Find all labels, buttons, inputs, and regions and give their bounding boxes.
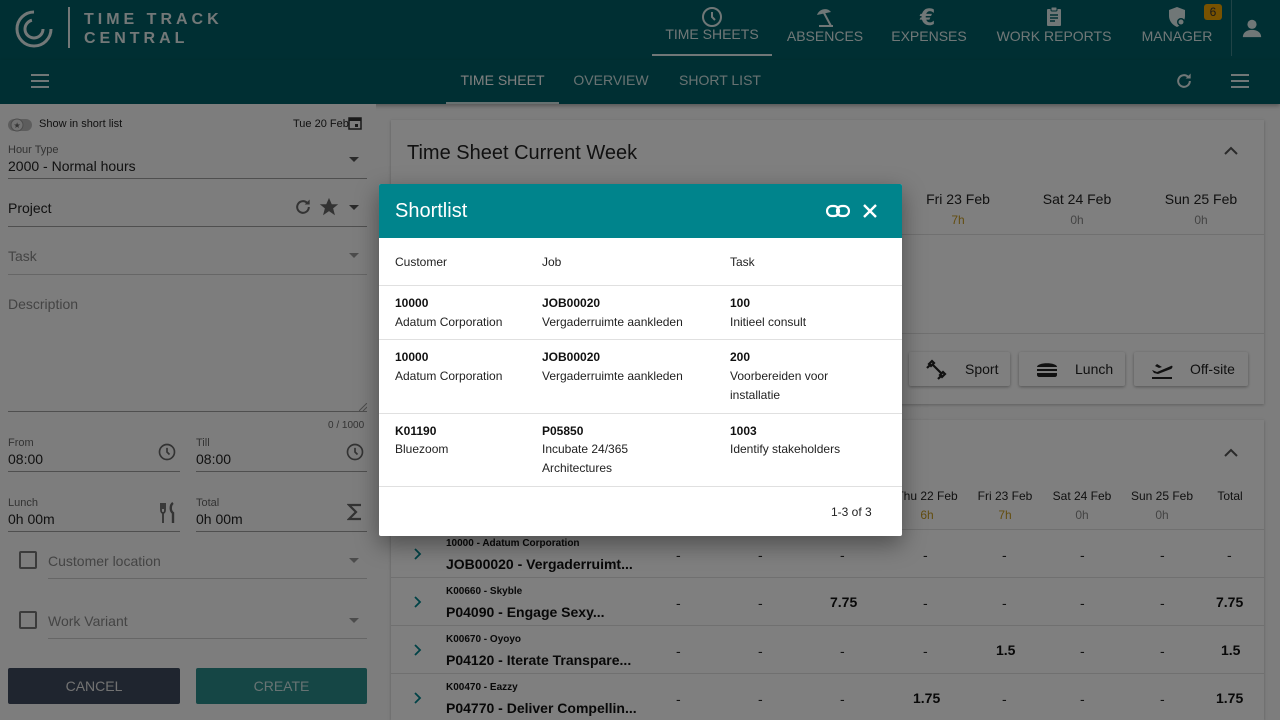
task-name: Identify stakeholders — [730, 442, 841, 456]
customer-name: Adatum Corporation — [395, 315, 503, 329]
job-code: JOB00020 — [542, 296, 601, 310]
column-header-customer[interactable]: Customer — [395, 255, 447, 269]
close-icon[interactable] — [862, 203, 878, 219]
link-icon[interactable] — [826, 201, 850, 221]
dialog-title: Shortlist — [395, 200, 468, 222]
job-name: Incubate 24/365 Architectures — [542, 442, 629, 475]
shortlist-dialog: Shortlist Customer Job Task 10000 Adatum… — [379, 184, 902, 536]
job-name: Vergaderruimte aankleden — [542, 369, 683, 383]
dialog-header: Shortlist — [379, 184, 902, 238]
column-header-task[interactable]: Task — [730, 255, 755, 269]
task-name: Voorbereiden voor installatie — [730, 369, 829, 402]
row-divider — [379, 285, 902, 286]
customer-name: Bluezoom — [395, 442, 449, 456]
row-divider — [379, 339, 902, 340]
task-code: 100 — [730, 296, 751, 310]
customer-code: 10000 — [395, 296, 429, 310]
customer-name: Adatum Corporation — [395, 369, 503, 383]
job-name: Vergaderruimte aankleden — [542, 315, 683, 329]
task-code: 1003 — [730, 424, 757, 438]
customer-code: 10000 — [395, 350, 429, 364]
pagination-info: 1-3 of 3 — [831, 505, 872, 519]
job-code: JOB00020 — [542, 350, 601, 364]
job-code: P05850 — [542, 424, 584, 438]
task-name: Initieel consult — [730, 315, 807, 329]
task-code: 200 — [730, 350, 751, 364]
column-header-job[interactable]: Job — [542, 255, 561, 269]
row-divider — [379, 486, 902, 487]
row-divider — [379, 413, 902, 414]
customer-code: K01190 — [395, 424, 437, 438]
